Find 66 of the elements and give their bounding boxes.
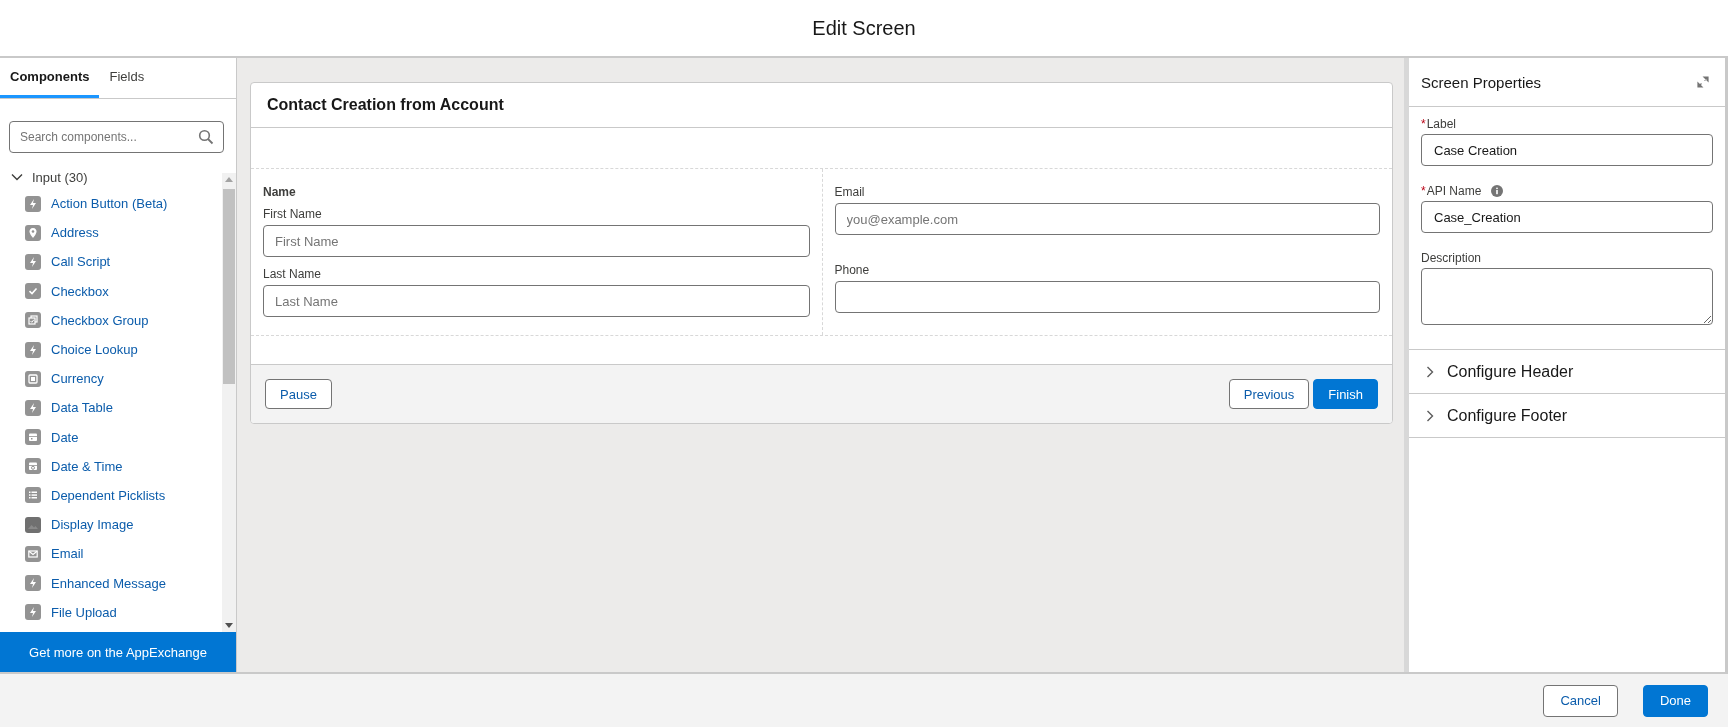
component-item[interactable]: Call Script (0, 247, 222, 277)
search-field[interactable]: Search components... (9, 121, 224, 153)
required-asterisk: * (1421, 184, 1426, 198)
currency-icon (25, 370, 41, 387)
field-label: Last Name (263, 267, 323, 281)
component-item[interactable]: Currency (0, 364, 222, 394)
component-item[interactable]: Checkbox (0, 276, 222, 306)
list-icon (25, 487, 41, 504)
lightning-icon (25, 399, 41, 416)
checkmark-icon (25, 283, 41, 300)
component-item[interactable]: Email (0, 539, 222, 569)
field-label: First Name (263, 207, 323, 221)
panel-title: Screen Properties (1421, 73, 1542, 91)
field-label: API Name (1426, 184, 1482, 198)
lightning-icon (25, 253, 41, 270)
component-item[interactable]: Checkbox Group (0, 305, 222, 335)
lightning-icon (25, 341, 41, 358)
lightning-icon (25, 195, 41, 212)
component-item[interactable]: Date (0, 422, 222, 452)
component-item[interactable]: Date & Time (0, 451, 222, 481)
screen-title: Contact Creation from Account (267, 96, 504, 114)
component-item[interactable]: Data Table (0, 393, 222, 423)
field-label: Phone (834, 263, 871, 277)
component-item[interactable]: Choice Lookup (0, 334, 222, 365)
search-icon (198, 129, 214, 145)
secondary-button[interactable]: Cancel (1543, 684, 1618, 717)
component-item[interactable]: File Upload (0, 597, 222, 627)
map-pin-icon (25, 224, 41, 241)
accordion-section[interactable]: Configure Footer (1409, 394, 1725, 438)
lightning-icon (25, 604, 41, 621)
image-icon (25, 516, 41, 533)
component-item[interactable]: Action Button (Beta) (0, 189, 222, 219)
field-label: Email (834, 185, 866, 199)
checkbox-group-icon (25, 312, 41, 329)
appexchange-link[interactable]: Get more on the AppExchange (0, 632, 236, 672)
input-field[interactable] (834, 281, 1380, 313)
input-field[interactable]: Last Name (263, 285, 810, 317)
lightning-icon (25, 575, 41, 592)
scrollbar[interactable] (222, 173, 236, 632)
primary-button[interactable]: Finish (1313, 379, 1378, 409)
calendar-clock-icon (25, 458, 41, 475)
input-field[interactable]: Case Creation (1421, 134, 1713, 166)
input-field[interactable]: you@example.com (834, 203, 1380, 235)
group-label: Input (30) (32, 169, 88, 185)
envelope-icon (25, 545, 41, 562)
section-heading: Name (263, 185, 297, 199)
expand-icon[interactable] (1697, 76, 1709, 88)
component-item[interactable]: Enhanced Message (0, 568, 222, 598)
modal-title: Edit Screen (812, 16, 916, 40)
component-item[interactable]: Dependent Picklists (0, 480, 222, 511)
secondary-button[interactable]: Pause (265, 379, 332, 409)
required-asterisk: * (1421, 117, 1426, 131)
input-field[interactable]: First Name (263, 225, 810, 257)
tab[interactable]: Components (0, 58, 100, 98)
input-field[interactable]: Case_Creation (1421, 201, 1713, 233)
field-label: Description (1421, 251, 1482, 265)
primary-button[interactable]: Done (1642, 684, 1708, 717)
component-item[interactable]: Address (0, 218, 222, 248)
text-area[interactable] (1421, 268, 1713, 325)
component-item[interactable]: Display Image (0, 510, 222, 540)
accordion-section[interactable]: Configure Header (1409, 350, 1725, 394)
field-label: Label (1426, 117, 1457, 131)
tree-group[interactable]: Input (30) (0, 165, 222, 189)
tab[interactable]: Fields (99, 58, 155, 98)
secondary-button[interactable]: Previous (1228, 379, 1310, 409)
calendar-icon (25, 429, 41, 446)
